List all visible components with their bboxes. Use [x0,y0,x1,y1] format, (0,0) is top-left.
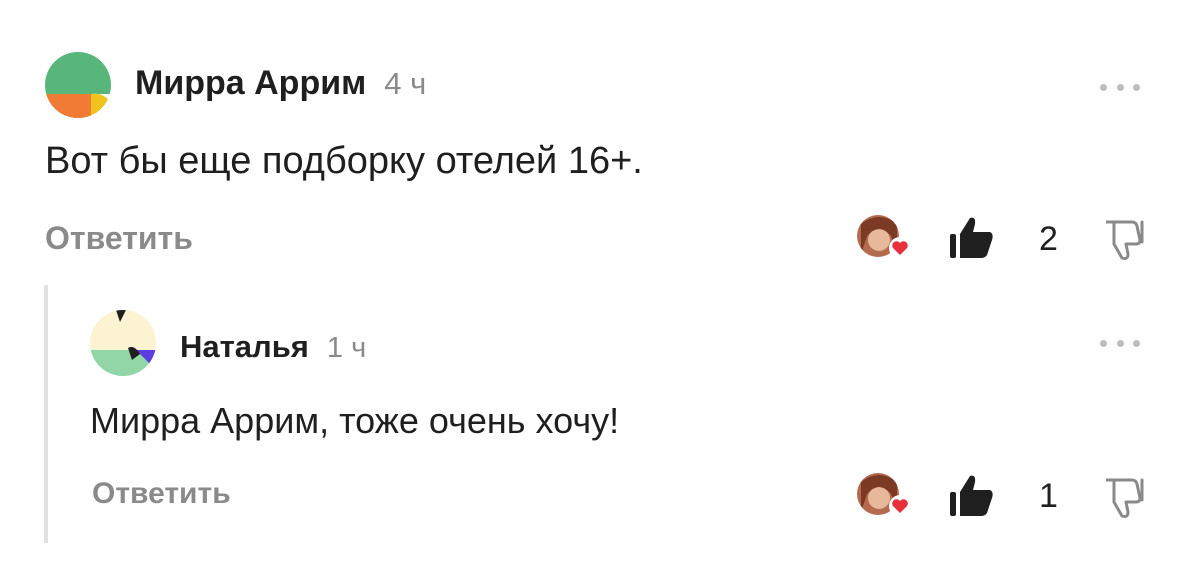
avatar-image [90,310,156,376]
reply-button[interactable]: Ответить [92,477,231,511]
reactor-avatar[interactable] [857,472,911,517]
more-dots-icon[interactable] [1100,336,1140,350]
timestamp: 1 ч [326,332,367,364]
comment-text: Мирра Аррим, тоже очень хочу! [90,400,620,441]
author-line: Мирра Аррим 4 ч [135,64,426,103]
author-line: Наталья 1 ч [180,329,366,365]
thumbs-down-icon[interactable] [1102,474,1148,525]
like-count: 1 [1039,477,1058,515]
avatar-image [45,52,111,118]
thumbs-down-icon[interactable] [1102,216,1148,267]
comment-text: Вот бы еще подборку отелей 16+. [45,140,643,182]
like-count: 2 [1039,220,1058,258]
author-name[interactable]: Наталья [180,329,309,365]
reactor-photo [857,215,911,259]
reactor-photo [857,473,911,517]
heart-reaction-icon [889,495,911,517]
avatar[interactable] [45,52,111,118]
timestamp: 4 ч [384,66,427,101]
reactor-avatar[interactable] [857,214,911,259]
author-name[interactable]: Мирра Аррим [135,64,366,103]
comment-2: Наталья 1 ч Мирра Аррим, тоже очень хочу… [0,285,1200,587]
avatar[interactable] [90,310,156,376]
reply-button[interactable]: Ответить [45,220,193,257]
comment-1: Мирра Аррим 4 ч Вот бы еще подборку отел… [0,0,1200,285]
thumbs-up-icon[interactable] [948,214,996,265]
thumbs-up-icon[interactable] [948,472,996,523]
more-dots-icon[interactable] [1100,80,1140,94]
heart-reaction-icon [889,237,911,259]
